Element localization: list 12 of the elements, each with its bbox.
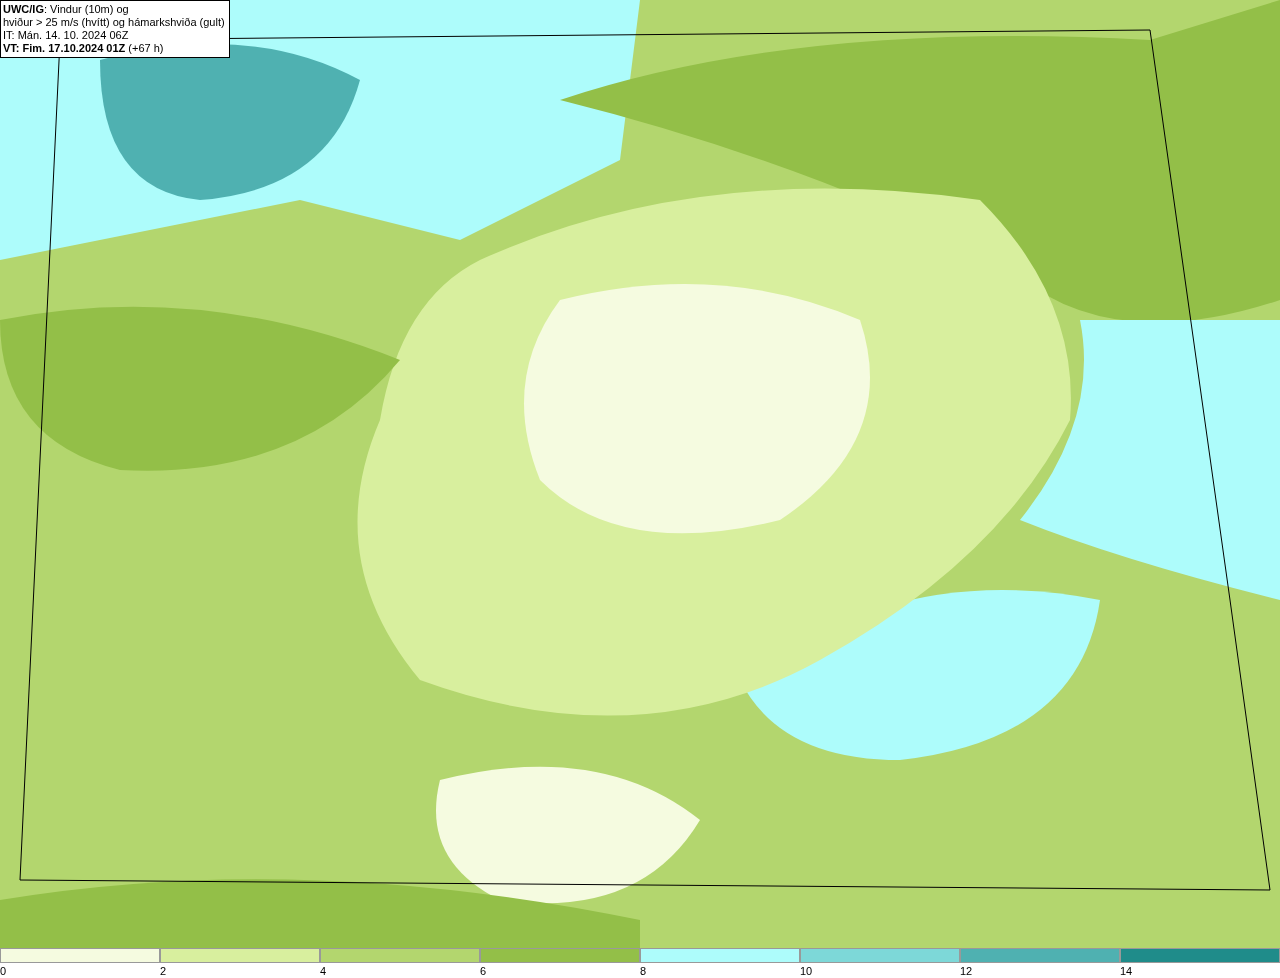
legend-label: 4 xyxy=(320,964,327,977)
legend-label: 10 xyxy=(800,964,813,977)
legend-label: 14 xyxy=(1120,964,1133,977)
legend-label: 2 xyxy=(160,964,167,977)
title-line: IT: Mán. 14. 10. 2024 06Z xyxy=(3,29,130,42)
title-line: VT: Fim. 17.10.2024 01Z (+67 h) xyxy=(3,42,165,55)
legend-label: 0 xyxy=(0,964,7,977)
legend-label: 12 xyxy=(960,964,973,977)
legend-label: 6 xyxy=(480,964,487,977)
title-line: UWC/IG: Vindur (10m) og xyxy=(3,3,130,16)
legend-label: 8 xyxy=(640,964,647,977)
title-line: hviður > 25 m/s (hvítt) og hámarkshviða (gult) xyxy=(3,16,225,29)
